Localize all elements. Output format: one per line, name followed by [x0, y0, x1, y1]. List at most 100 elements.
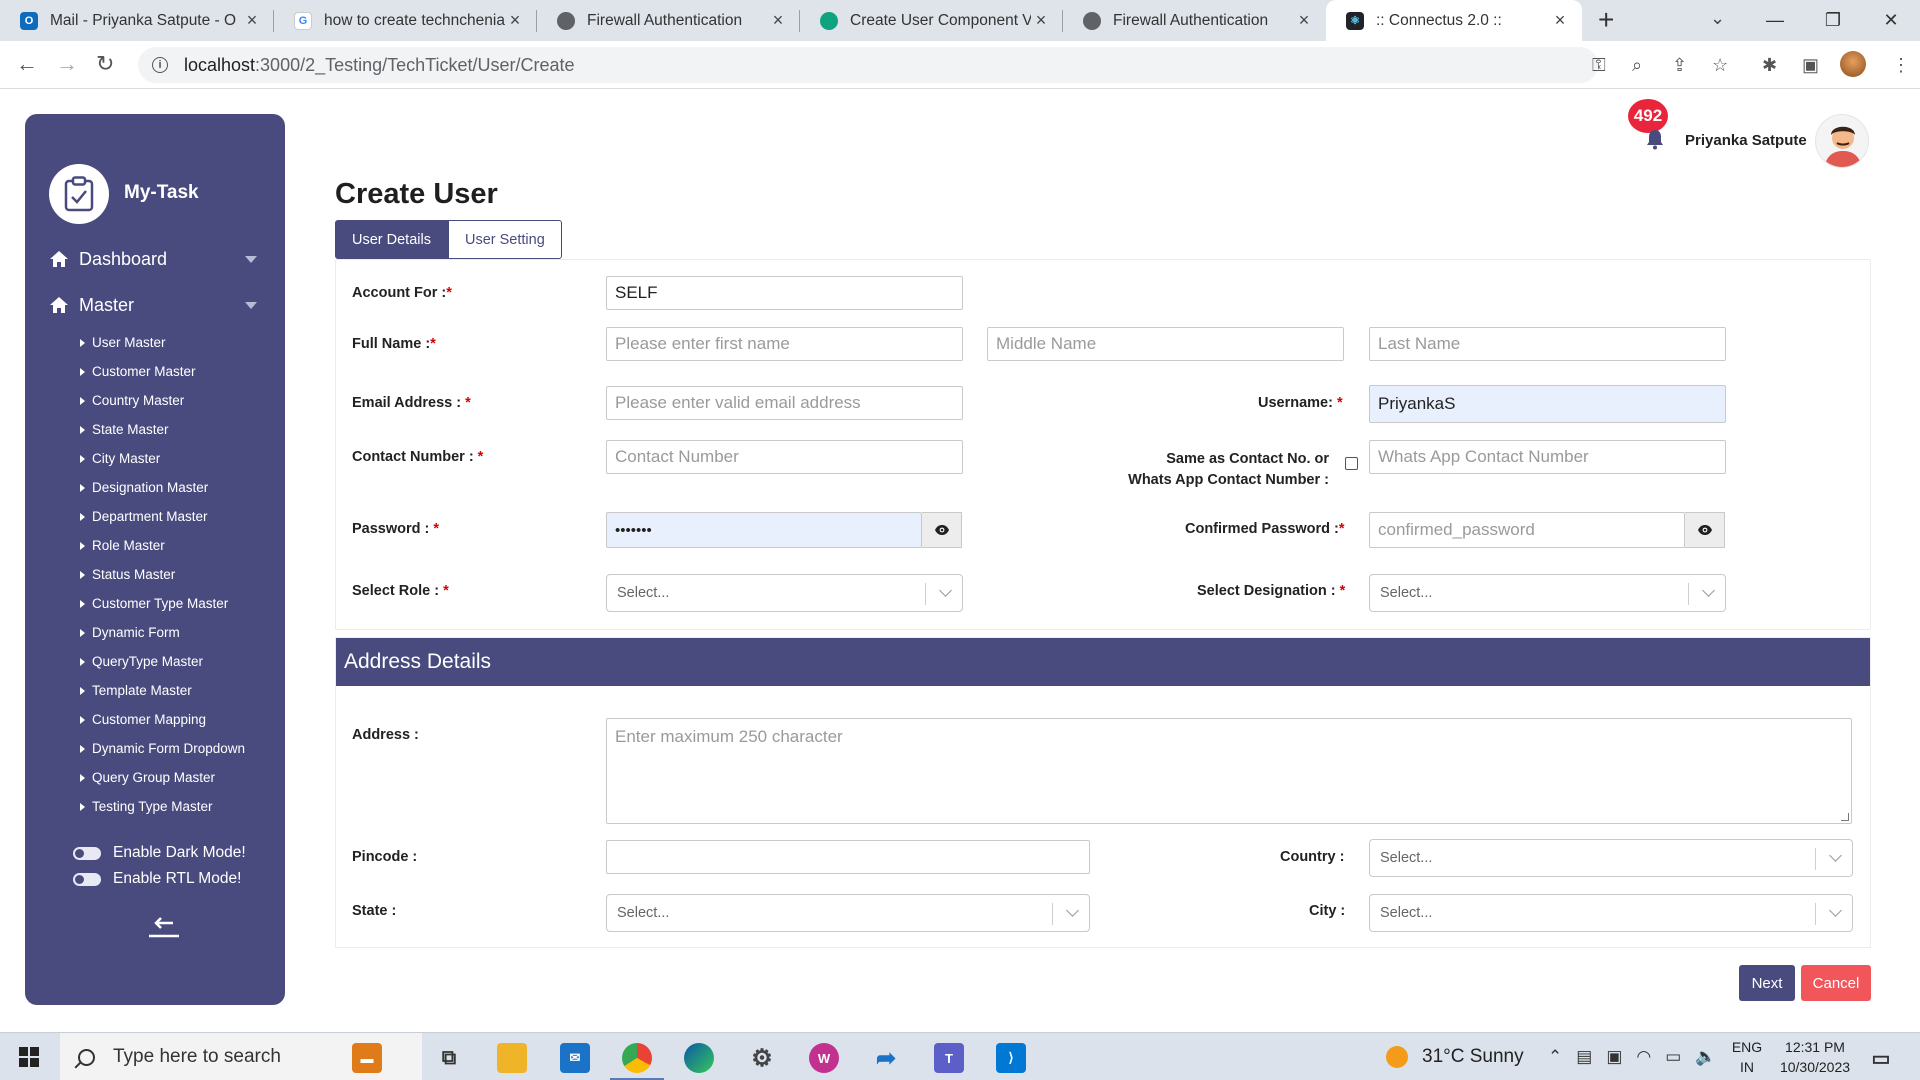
role-select[interactable]: Select...: [606, 574, 963, 612]
close-icon[interactable]: ×: [1550, 10, 1570, 31]
close-icon[interactable]: ×: [242, 10, 262, 31]
weather-widget[interactable]: 31°C Sunny: [1386, 1033, 1524, 1080]
reload-icon[interactable]: ↻: [96, 51, 114, 77]
account-for-field[interactable]: SELF: [606, 276, 963, 310]
next-button[interactable]: Next: [1739, 965, 1795, 1001]
last-name-input[interactable]: Last Name: [1369, 327, 1726, 361]
email-field[interactable]: Please enter valid email address: [606, 386, 963, 420]
submenu-item[interactable]: Customer Type Master: [55, 589, 255, 618]
url-field[interactable]: i localhost:3000/2_Testing/TechTicket/Us…: [138, 47, 1598, 83]
language-indicator[interactable]: ENG IN: [1730, 1037, 1764, 1077]
rtl-mode-toggle[interactable]: Enable RTL Mode!: [73, 870, 241, 888]
submenu-item[interactable]: Dynamic Form: [55, 618, 255, 647]
show-confirm-password-button[interactable]: [1685, 512, 1725, 548]
password-field[interactable]: •••••••: [606, 512, 922, 548]
browser-tab[interactable]: Firewall Authentication ×: [1063, 0, 1326, 41]
notification-center-icon[interactable]: ▭: [1866, 1043, 1896, 1073]
minimize-icon[interactable]: —: [1746, 0, 1804, 41]
browser-tab[interactable]: Create User Component Va ×: [800, 0, 1063, 41]
resize-handle[interactable]: [1841, 813, 1849, 821]
submenu-item[interactable]: State Master: [55, 415, 255, 444]
browser-tab[interactable]: Firewall Authentication ×: [537, 0, 800, 41]
city-select[interactable]: Select...: [1369, 894, 1853, 932]
maximize-icon[interactable]: ❐: [1804, 0, 1862, 41]
chrome-icon[interactable]: [622, 1043, 652, 1073]
confirm-password-field[interactable]: confirmed_password: [1369, 512, 1685, 548]
sidebar-collapse-icon[interactable]: [147, 914, 181, 940]
close-icon[interactable]: ×: [1294, 10, 1314, 31]
side-panel-icon[interactable]: ▣: [1802, 55, 1819, 76]
submenu-item[interactable]: User Master: [55, 328, 255, 357]
middle-name-input[interactable]: Middle Name: [987, 327, 1344, 361]
profile-avatar[interactable]: [1840, 51, 1866, 77]
clock[interactable]: 12:31 PM 10/30/2023: [1770, 1037, 1860, 1077]
submenu-item[interactable]: QueryType Master: [55, 647, 255, 676]
submenu-item[interactable]: Status Master: [55, 560, 255, 589]
same-as-contact-checkbox[interactable]: [1345, 457, 1358, 470]
toggle-switch[interactable]: [73, 872, 101, 886]
submenu-item[interactable]: Department Master: [55, 502, 255, 531]
submenu-item[interactable]: Designation Master: [55, 473, 255, 502]
submenu-item[interactable]: City Master: [55, 444, 255, 473]
username-field[interactable]: PriyankaS: [1369, 385, 1726, 423]
tab-user-details[interactable]: User Details: [335, 220, 448, 259]
browser-tab[interactable]: O Mail - Priyanka Satpute - O ×: [0, 0, 274, 41]
submenu-item[interactable]: Customer Mapping: [55, 705, 255, 734]
battery-icon[interactable]: ▭: [1665, 1047, 1681, 1067]
browser-tab-active[interactable]: ⚛ :: Connectus 2.0 :: ×: [1326, 0, 1582, 41]
close-icon[interactable]: ×: [768, 10, 788, 31]
bookmark-star-icon[interactable]: ☆: [1712, 55, 1728, 76]
key-icon[interactable]: ⚿: [1592, 55, 1606, 76]
file-explorer-icon[interactable]: [497, 1043, 527, 1073]
zoom-icon[interactable]: ⌕: [1632, 55, 1642, 76]
tab-user-setting[interactable]: User Setting: [447, 220, 562, 259]
edge-icon[interactable]: [684, 1043, 714, 1073]
window-close-icon[interactable]: ✕: [1862, 0, 1920, 41]
contact-number-input[interactable]: Contact Number: [606, 440, 963, 474]
submenu-item[interactable]: Template Master: [55, 676, 255, 705]
wps-icon[interactable]: W: [809, 1043, 839, 1073]
new-tab-icon[interactable]: +: [1598, 6, 1614, 34]
forward-icon[interactable]: →: [56, 51, 78, 77]
submenu-item[interactable]: Testing Type Master: [55, 792, 255, 821]
wifi-icon[interactable]: ◠: [1636, 1047, 1651, 1067]
logo[interactable]: [49, 164, 109, 224]
pincode-input[interactable]: [606, 840, 1090, 874]
volume-icon[interactable]: 🔈: [1695, 1047, 1716, 1067]
bell-icon[interactable]: [1645, 128, 1665, 150]
share-icon[interactable]: ⇪: [1672, 55, 1687, 76]
dark-mode-toggle[interactable]: Enable Dark Mode!: [73, 844, 246, 862]
cancel-button[interactable]: Cancel: [1801, 965, 1871, 1001]
device-icon[interactable]: ▤: [1576, 1047, 1592, 1067]
submenu-item[interactable]: Role Master: [55, 531, 255, 560]
teams-icon[interactable]: T: [934, 1043, 964, 1073]
arrow-app-icon[interactable]: ➦: [871, 1043, 901, 1073]
mail-icon[interactable]: ✉: [560, 1043, 590, 1073]
sidebar-item-master[interactable]: Master: [49, 292, 265, 318]
toggle-switch[interactable]: [73, 846, 101, 860]
sidebar-item-dashboard[interactable]: Dashboard: [49, 246, 265, 272]
meet-icon[interactable]: ▣: [1606, 1047, 1622, 1067]
settings-gear-icon[interactable]: ⚙: [747, 1043, 777, 1073]
vscode-icon[interactable]: ⟩: [996, 1043, 1026, 1073]
browser-menu-icon[interactable]: ⋮: [1892, 55, 1910, 76]
designation-select[interactable]: Select...: [1369, 574, 1726, 612]
tab-search-icon[interactable]: ⌄: [1710, 8, 1725, 29]
extensions-icon[interactable]: ✱: [1762, 55, 1777, 76]
windows-start-icon[interactable]: [19, 1047, 39, 1067]
address-textarea[interactable]: Enter maximum 250 character: [606, 718, 1852, 824]
user-name[interactable]: Priyanka Satpute: [1685, 132, 1807, 149]
submenu-item[interactable]: Customer Master: [55, 357, 255, 386]
close-icon[interactable]: ×: [505, 10, 525, 31]
chevron-up-icon[interactable]: ⌃: [1548, 1047, 1562, 1067]
task-view-icon[interactable]: ⧉: [434, 1043, 464, 1073]
first-name-input[interactable]: Please enter first name: [606, 327, 963, 361]
browser-tab[interactable]: G how to create technchenia ×: [274, 0, 537, 41]
submenu-item[interactable]: Query Group Master: [55, 763, 255, 792]
state-select[interactable]: Select...: [606, 894, 1090, 932]
show-password-button[interactable]: [922, 512, 962, 548]
back-icon[interactable]: ←: [16, 51, 38, 77]
submenu-item[interactable]: Dynamic Form Dropdown: [55, 734, 255, 763]
country-select[interactable]: Select...: [1369, 839, 1853, 877]
submenu-item[interactable]: Country Master: [55, 386, 255, 415]
